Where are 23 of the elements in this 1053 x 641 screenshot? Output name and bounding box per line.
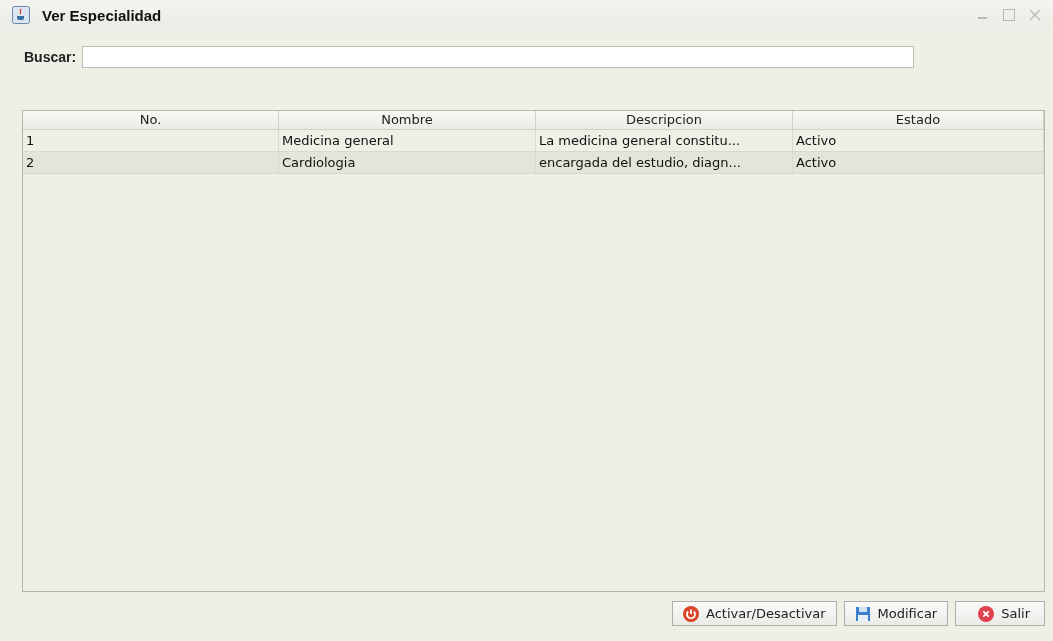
table-cell: La medicina general constitu... xyxy=(536,130,793,151)
table-cell: Activo xyxy=(793,152,1044,173)
table-cell: Cardiologia xyxy=(279,152,536,173)
maximize-icon[interactable] xyxy=(1001,8,1017,22)
table-cell: 2 xyxy=(23,152,279,173)
coffee-cup-icon xyxy=(12,6,30,24)
close-icon[interactable] xyxy=(1027,8,1043,22)
column-header[interactable]: Descripcion xyxy=(536,111,793,129)
modify-button[interactable]: Modificar xyxy=(843,601,949,626)
table-cell: encargada del estudio, diagn... xyxy=(536,152,793,173)
window-title: Ver Especialidad xyxy=(42,6,163,24)
toggle-button[interactable]: Activar/Desactivar xyxy=(672,601,837,626)
column-header[interactable]: Nombre xyxy=(279,111,536,129)
power-icon xyxy=(683,605,699,622)
table-cell: Activo xyxy=(793,130,1044,151)
search-label: Buscar: xyxy=(24,49,77,65)
table-cell: 1 xyxy=(23,130,279,151)
table-cell: Medicina general xyxy=(279,130,536,151)
close-icon xyxy=(978,605,995,622)
search-field[interactable] xyxy=(82,46,915,68)
column-header[interactable]: Estado xyxy=(793,111,1044,129)
exit-button[interactable]: Salir xyxy=(955,601,1045,626)
column-header[interactable]: No. xyxy=(23,111,279,129)
